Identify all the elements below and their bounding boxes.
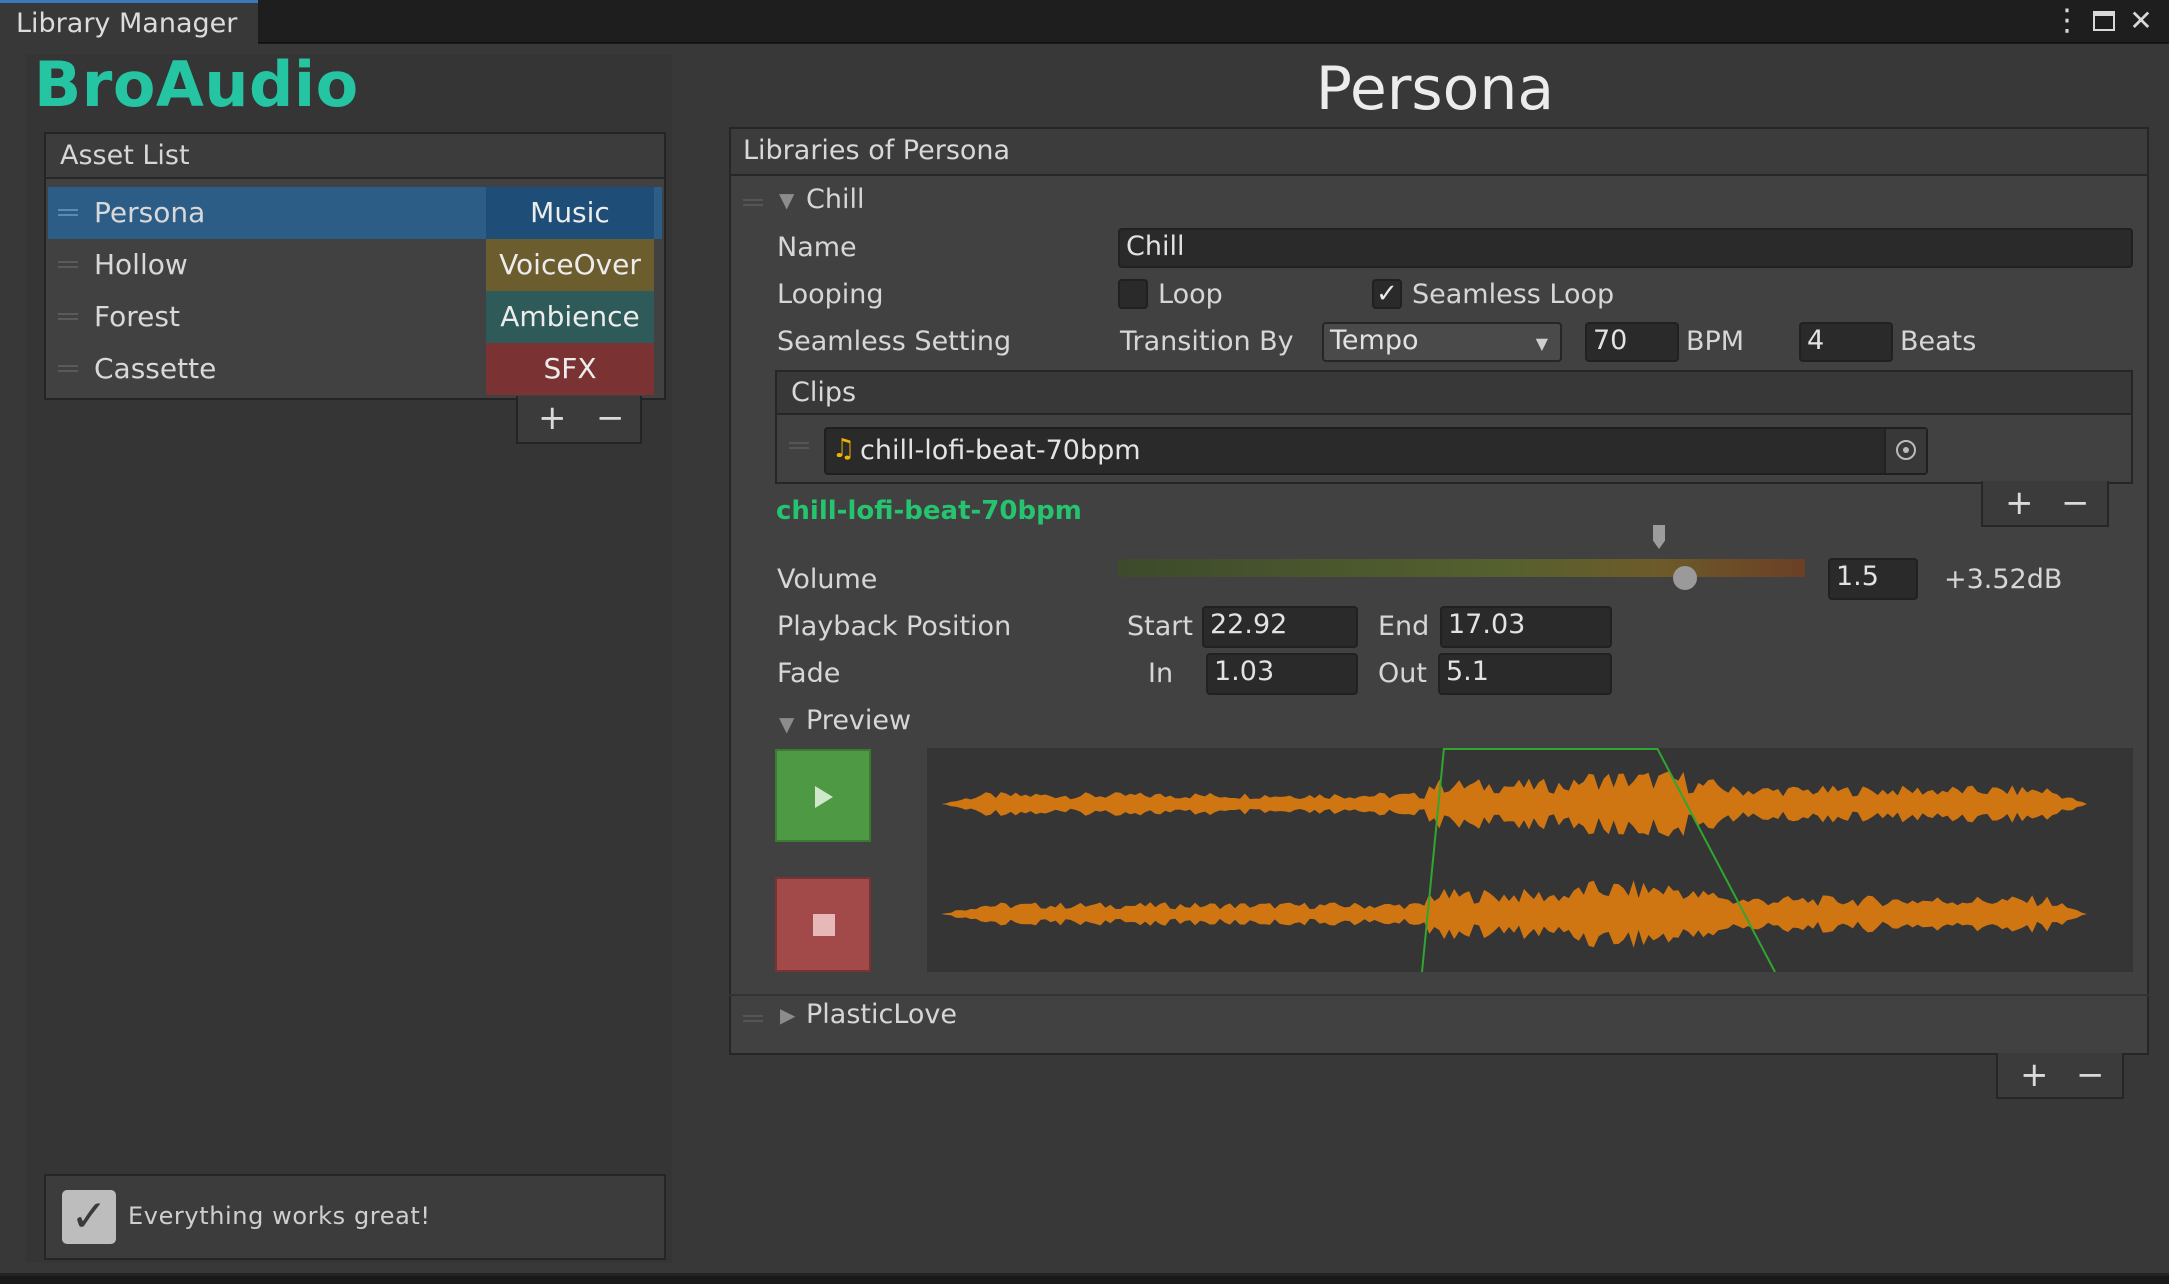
asset-row-persona[interactable]: Persona Music [48,187,662,239]
drag-handle-icon[interactable] [743,199,763,206]
foldout-expanded-icon[interactable]: ▼ [779,712,794,736]
window-titlebar [0,0,2169,43]
stop-icon [813,914,835,936]
start-field[interactable]: 22.92 [1202,606,1358,648]
stop-button[interactable] [775,877,871,972]
transition-by-value: Tempo [1330,325,1419,356]
asset-type-badge: SFX [486,343,654,395]
library-foldout-plasticlove[interactable]: PlasticLove [806,999,957,1030]
asset-type-badge: Music [486,187,654,239]
libraries-footer: + − [1996,1053,2124,1099]
playback-position-label: Playback Position [777,611,1012,642]
add-library-button[interactable]: + [2020,1053,2049,1097]
selected-clip-label: chill-lofi-beat-70bpm [776,496,1082,526]
asset-row-hollow[interactable]: Hollow VoiceOver [48,239,662,291]
fade-out-field[interactable]: 5.1 [1438,653,1612,695]
seamless-loop-checkbox[interactable]: ✓ [1372,279,1402,309]
broaudio-logo: BroAudio [34,48,359,121]
status-panel: ✓ Everything works great! [44,1174,666,1260]
libraries-header: Libraries of Persona [731,129,2147,176]
asset-name: Persona [94,196,206,229]
beats-unit-label: Beats [1900,326,1977,357]
asset-row-forest[interactable]: Forest Ambience [48,291,662,343]
close-icon[interactable]: ✕ [2124,4,2158,38]
seamless-setting-label: Seamless Setting [777,326,1012,357]
chevron-down-icon: ▼ [1535,334,1548,353]
add-clip-button[interactable]: + [2005,481,2034,525]
checkmark-icon: ✓ [62,1190,116,1244]
fade-out-marker [1656,747,1776,973]
beats-field[interactable]: 4 [1799,322,1893,362]
asset-list: Asset List Persona Music Hollow VoiceOve… [44,132,666,400]
library-foldout-chill[interactable]: Chill [806,184,864,215]
bpm-field[interactable]: 70 [1585,322,1679,362]
foldout-expanded-icon[interactable]: ▼ [779,188,794,212]
status-message: Everything works great! [128,1202,431,1230]
name-field[interactable]: Chill [1118,228,2133,268]
volume-label: Volume [777,564,878,595]
asset-name: Cassette [94,352,217,385]
fade-in-field[interactable]: 1.03 [1206,653,1358,695]
clips-footer: + − [1981,481,2109,527]
page-title: Persona [1315,54,1555,124]
object-picker-icon[interactable] [1884,429,1926,473]
asset-name: Forest [94,300,180,333]
waveform-graphic [941,747,2087,973]
fade-out-label: Out [1378,658,1427,689]
clips-list: Clips ♫ chill-lofi-beat-70bpm [775,370,2133,484]
transition-by-dropdown[interactable]: Tempo ▼ [1322,322,1562,362]
drag-handle-icon[interactable] [743,1015,763,1022]
drag-handle-icon[interactable] [58,313,78,320]
drag-handle-icon[interactable] [58,365,78,372]
fade-label: Fade [777,658,841,689]
remove-clip-button[interactable]: − [2061,481,2090,525]
asset-list-footer: + − [516,396,642,444]
waveform-channel [941,880,2087,948]
seamless-loop-label: Seamless Loop [1412,279,1615,310]
foldout-collapsed-icon[interactable]: ▶ [780,1003,795,1027]
start-label: Start [1127,611,1193,642]
clip-file-name: chill-lofi-beat-70bpm [860,435,1141,466]
drag-handle-icon[interactable] [58,261,78,268]
waveform-channel [941,771,2087,837]
play-icon [815,786,833,808]
asset-type-badge: Ambience [486,291,654,343]
remove-asset-button[interactable]: − [596,396,625,440]
audio-clip-note-icon: ♫ [832,434,856,464]
window-tab[interactable]: Library Manager [0,0,258,44]
divider [729,994,2149,996]
transition-by-label: Transition By [1120,326,1294,357]
preview-foldout[interactable]: Preview [806,705,911,736]
clip-object-field[interactable]: ♫ chill-lofi-beat-70bpm [824,427,1928,475]
asset-name: Hollow [94,248,188,281]
waveform-preview[interactable] [927,747,2133,973]
loop-label: Loop [1158,279,1223,310]
volume-slider[interactable] [1118,559,1805,577]
volume-db-readout: +3.52dB [1944,564,2063,595]
asset-list-header: Asset List [46,134,664,179]
asset-row-cassette[interactable]: Cassette SFX [48,343,662,395]
drag-handle-icon[interactable] [58,209,78,216]
end-label: End [1378,611,1430,642]
asset-type-badge: VoiceOver [486,239,654,291]
bpm-unit-label: BPM [1686,326,1745,357]
volume-field[interactable]: 1.5 [1828,558,1918,600]
name-label: Name [777,232,857,263]
drag-handle-icon[interactable] [789,442,809,449]
volume-slider-thumb[interactable] [1673,566,1697,590]
vertical-ellipsis-icon[interactable]: ⋮ [2050,4,2084,38]
add-asset-button[interactable]: + [538,396,567,440]
maximize-icon[interactable] [2087,4,2121,38]
play-button[interactable] [775,749,871,842]
loop-checkbox[interactable] [1118,279,1148,309]
end-field[interactable]: 17.03 [1440,606,1612,648]
looping-label: Looping [777,279,884,310]
fade-in-label: In [1148,658,1174,689]
fade-in-marker [1421,747,1445,973]
clips-header: Clips [777,372,2131,415]
remove-library-button[interactable]: − [2076,1053,2105,1097]
